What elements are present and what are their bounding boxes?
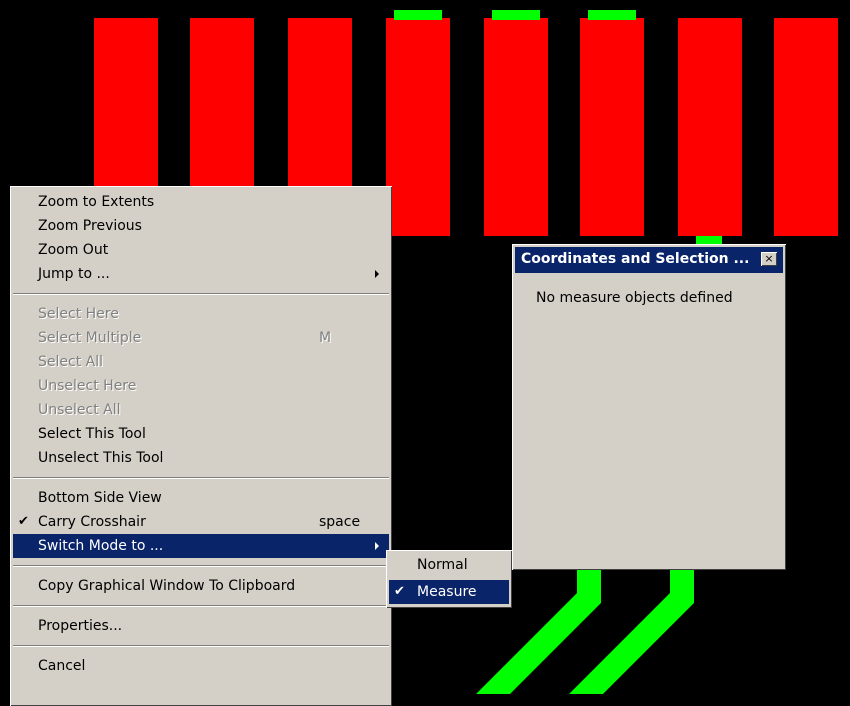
menu-item-label: Properties... [38,618,123,634]
menu-item-zoom-out[interactable]: Zoom Out [13,238,389,262]
submenu-arrow-icon [375,542,379,550]
panel-titlebar[interactable]: Coordinates and Selection ... × [515,247,783,273]
menu-item-label: Select Multiple [38,330,142,346]
switch-mode-submenu: Normal ✔ Measure [386,550,512,608]
menu-item-unselect-here[interactable]: Unselect Here [13,374,389,398]
menu-item-label: Zoom to Extents [38,194,155,210]
menu-separator [13,477,389,479]
close-icon[interactable]: × [761,252,777,266]
checkmark-icon: ✔ [18,514,29,529]
submenu-arrow-icon [375,270,379,278]
menu-item-label: Normal [417,557,468,573]
menu-item-label: Unselect This Tool [38,450,164,466]
menu-item-copy-graphical-window-to-clipboard[interactable]: Copy Graphical Window To Clipboard [13,574,389,598]
panel-message: No measure objects defined [536,290,733,306]
menu-item-bottom-side-view[interactable]: Bottom Side View [13,486,389,510]
submenu-item-measure[interactable]: ✔ Measure [389,580,509,604]
menu-item-properties[interactable]: Properties... [13,614,389,638]
coordinates-selection-panel: Coordinates and Selection ... × No measu… [512,244,786,570]
menu-item-select-all[interactable]: Select All [13,350,389,374]
menu-item-zoom-previous[interactable]: Zoom Previous [13,214,389,238]
menu-separator [13,293,389,295]
menu-item-label: Carry Crosshair [38,514,146,530]
menu-item-label: Unselect Here [38,378,137,394]
menu-item-switch-mode-to[interactable]: Switch Mode to ... [13,534,389,558]
menu-item-carry-crosshair[interactable]: ✔ Carry Crosshair space [13,510,389,534]
menu-item-zoom-to-extents[interactable]: Zoom to Extents [13,190,389,214]
submenu-item-normal[interactable]: Normal [389,553,509,577]
menu-item-label: Switch Mode to ... [38,538,164,554]
menu-item-shortcut: M [319,330,332,346]
menu-item-label: Select Here [38,306,119,322]
menu-item-label: Select This Tool [38,426,146,442]
menu-item-cancel[interactable]: Cancel [13,654,389,678]
menu-item-select-here[interactable]: Select Here [13,302,389,326]
menu-item-jump-to[interactable]: Jump to ... [13,262,389,286]
menu-item-shortcut: space [319,514,361,530]
menu-item-select-multiple[interactable]: Select Multiple M [13,326,389,350]
menu-item-label: Zoom Out [38,242,109,258]
menu-item-label: Copy Graphical Window To Clipboard [38,578,296,594]
menu-item-label: Jump to ... [38,266,110,282]
menu-item-label: Zoom Previous [38,218,142,234]
menu-item-unselect-this-tool[interactable]: Unselect This Tool [13,446,389,470]
panel-title: Coordinates and Selection ... [521,251,750,267]
menu-item-select-this-tool[interactable]: Select This Tool [13,422,389,446]
menu-item-unselect-all[interactable]: Unselect All [13,398,389,422]
menu-item-label: Bottom Side View [38,490,162,506]
context-menu: Zoom to Extents Zoom Previous Zoom Out Jump… [10,186,392,706]
menu-item-label: Measure [417,584,477,600]
checkmark-icon: ✔ [394,584,405,599]
menu-separator [13,605,389,607]
menu-item-label: Cancel [38,658,86,674]
menu-item-label: Select All [38,354,103,370]
menu-item-label: Unselect All [38,402,121,418]
menu-separator [13,565,389,567]
menu-separator [13,645,389,647]
